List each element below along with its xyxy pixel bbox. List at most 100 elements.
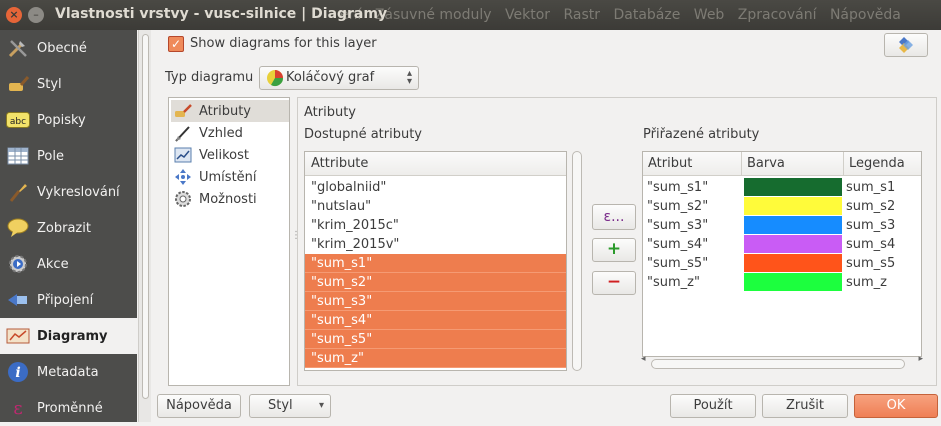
menu-item[interactable]: Rastr [563,7,600,23]
available-attributes-list[interactable]: Attribute "globalniid" "nutslau" "krim_2… [304,151,567,371]
scroll-right-icon[interactable]: ▸ [918,354,923,364]
table-cell-legend[interactable]: sum_s3 [846,216,895,235]
table-cell-legend[interactable]: sum_s5 [846,254,895,273]
svg-text:ε: ε [13,398,22,419]
color-swatch[interactable] [744,197,842,215]
diagram-icon [6,325,30,347]
assigned-attributes-table[interactable]: Atribut Barva Legenda "sum_s1" sum_s1 "s… [642,151,922,357]
sidebar-item-pripojeni[interactable]: Připojení [0,282,137,318]
sidebar-item-diagramy[interactable]: Diagramy [0,318,137,354]
add-attribute-button[interactable]: + [592,238,636,262]
remove-attribute-button[interactable]: − [592,271,636,295]
available-attributes-header[interactable]: Attribute [305,152,566,176]
assigned-attributes-label: Přiřazené atributy [643,127,760,142]
table-cell-attribute[interactable]: "sum_s2" [647,197,708,216]
color-swatch[interactable] [744,235,842,253]
list-item-selected[interactable]: "sum_s4" [305,311,566,330]
sidebar-item-label: Pole [37,148,64,164]
color-swatch[interactable] [744,273,842,291]
diagram-settings-tree: Atributy Vzhled Velikost Umístění Možnos… [168,97,290,386]
list-item-selected[interactable]: "sum_s5" [305,330,566,349]
tree-item-velikost[interactable]: Velikost [171,144,289,166]
sidebar-item-metadata[interactable]: i Metadata [0,354,137,390]
list-item-selected[interactable]: "sum_s3" [305,292,566,311]
tree-item-label: Velikost [199,147,249,163]
menu-item[interactable]: Web [694,7,725,23]
show-diagrams-checkbox[interactable]: ✓ [168,36,184,52]
symbology-icon [899,37,913,53]
list-item-selected[interactable]: "sum_s2" [305,273,566,292]
menu-item[interactable]: Zásuvné moduly [375,7,492,23]
color-swatch[interactable] [744,178,842,196]
cancel-button[interactable]: Zrušit [762,394,848,418]
sidebar-item-promenne[interactable]: ε Proměnné [0,390,137,426]
tree-item-umisteni[interactable]: Umístění [171,166,289,188]
column-header-color[interactable]: Barva [742,152,844,176]
diagram-type-select[interactable]: Koláčový graf ▴ ▾ [259,66,419,90]
window-title: Vlastnosti vrstvy - vusc-silnice | Diagr… [55,6,388,22]
apply-button[interactable]: Použít [670,394,756,418]
list-item[interactable]: "krim_2015c" [305,216,566,235]
assigned-attributes-hscrollbar[interactable]: ◂ ▸ [641,354,923,371]
sidebar-item-pole[interactable]: Pole [0,138,137,174]
sidebar-item-obecne[interactable]: Obecné [0,30,137,66]
sidebar-item-label: Obecné [37,40,87,56]
table-cell-legend[interactable]: sum_z [846,273,887,292]
minimize-window-button[interactable]: – [28,7,44,23]
table-cell-attribute[interactable]: "sum_z" [647,273,700,292]
table-cell-legend[interactable]: sum_s1 [846,178,895,197]
color-swatch[interactable] [744,254,842,272]
sidebar-scrollbar[interactable] [138,30,151,422]
symbology-button[interactable] [884,33,928,57]
join-icon [6,289,30,311]
list-item[interactable]: "globalniid" [305,178,566,197]
tree-item-moznosti[interactable]: Možnosti [171,188,289,210]
updown-arrows-icon: ▴ ▾ [406,68,412,87]
sidebar-item-label: Styl [37,76,62,92]
tools-icon [6,37,30,59]
available-attributes-scrollbar[interactable] [570,151,584,371]
list-item[interactable]: "nutslau" [305,197,566,216]
ok-button[interactable]: OK [854,394,938,418]
column-header-attribute[interactable]: Atribut [643,152,742,176]
help-button[interactable]: Nápověda [157,394,241,418]
dropdown-arrow-icon: ▾ [318,400,324,411]
abc-label-icon: abc [6,109,30,131]
menu-item[interactable]: Databáze [613,7,680,23]
close-window-button[interactable]: × [6,7,22,23]
color-swatch[interactable] [744,216,842,234]
sidebar-item-styl[interactable]: Styl [0,66,137,102]
table-cell-attribute[interactable]: "sum_s3" [647,216,708,235]
list-item-selected[interactable]: "sum_s1" [305,254,566,273]
scrollbar-thumb[interactable] [142,34,149,399]
svg-text:i: i [15,365,20,381]
tree-item-atributy[interactable]: Atributy [171,100,289,122]
scrollbar-thumb[interactable] [572,151,582,371]
sidebar-item-popisky[interactable]: abc Popisky [0,102,137,138]
sidebar-item-zobrazit[interactable]: Zobrazit [0,210,137,246]
menu-item[interactable]: Vektor [505,7,550,23]
table-cell-attribute[interactable]: "sum_s1" [647,178,708,197]
sidebar-item-label: Metadata [37,364,99,380]
table-cell-attribute[interactable]: "sum_s5" [647,254,708,273]
sidebar-item-akce[interactable]: Akce [0,246,137,282]
tree-item-vzhled[interactable]: Vzhled [171,122,289,144]
list-item[interactable]: "krim_2015v" [305,235,566,254]
expression-button[interactable]: ε... [592,204,636,230]
size-chart-icon [173,146,193,164]
table-cell-legend[interactable]: sum_s2 [846,197,895,216]
info-icon: i [6,361,30,383]
sidebar-item-vykreslovani[interactable]: Vykreslování [0,174,137,210]
list-item-selected[interactable]: "sum_z" [305,349,566,368]
sidebar-item-label: Popisky [37,112,86,128]
menu-item[interactable]: Zpracování [738,7,817,23]
menu-item[interactable]: Nápověda [830,7,901,23]
table-icon [6,145,30,167]
column-header-legend[interactable]: Legenda [844,152,921,176]
scroll-left-icon[interactable]: ◂ [641,354,646,364]
table-cell-legend[interactable]: sum_s4 [846,235,895,254]
scrollbar-thumb[interactable] [651,359,905,369]
style-menu-button[interactable]: Styl ▾ [249,394,331,418]
table-cell-attribute[interactable]: "sum_s4" [647,235,708,254]
available-attributes-label: Dostupné atributy [304,127,422,142]
